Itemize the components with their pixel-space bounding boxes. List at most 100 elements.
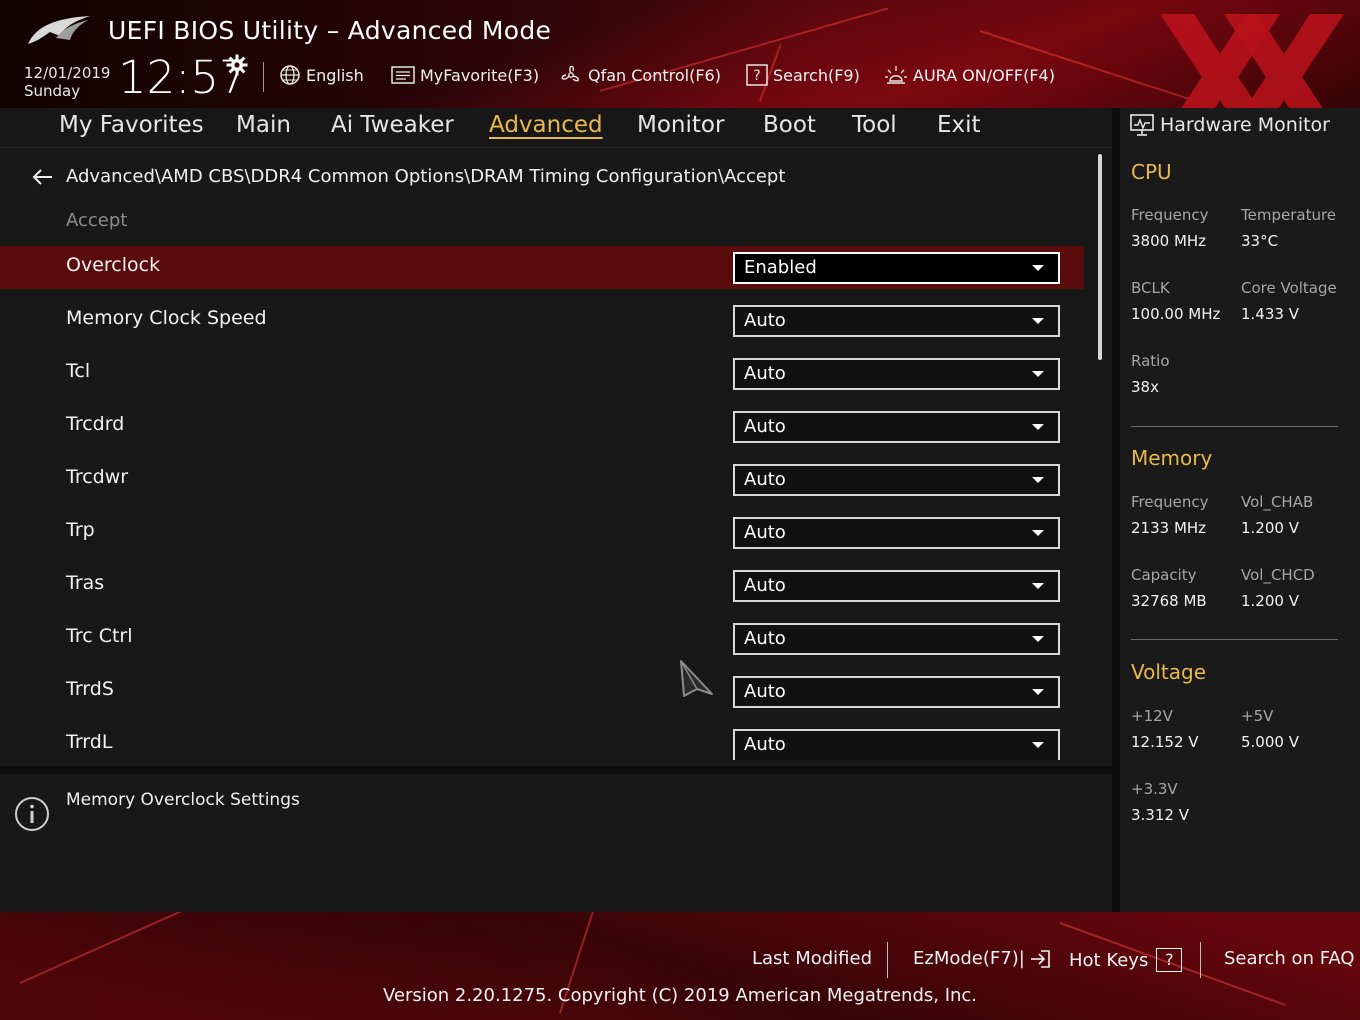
last-modified-label: Last Modified xyxy=(752,948,873,969)
decor-streak xyxy=(19,912,258,984)
setting-row-overclock[interactable]: Overclock Enabled xyxy=(0,246,1084,289)
tab-advanced[interactable]: Advanced xyxy=(489,112,603,138)
dropdown-caret-icon xyxy=(1032,371,1044,377)
cpu-temperature-label: Temperature xyxy=(1241,206,1337,224)
setting-dropdown[interactable]: Auto xyxy=(733,570,1060,602)
section-label: Accept xyxy=(66,210,128,231)
voltage-3v3-value: 3.312 V xyxy=(1131,806,1189,824)
ezmode-label: EzMode(F7)| xyxy=(913,948,1025,969)
setting-label: Trcdrd xyxy=(66,413,125,435)
setting-label: TrrdS xyxy=(66,678,114,700)
dropdown-value: Auto xyxy=(744,469,786,490)
dropdown-value: Auto xyxy=(744,575,786,596)
setting-label: Trcdwr xyxy=(66,466,129,488)
dropdown-caret-icon xyxy=(1032,636,1044,642)
bottom-bar: Last Modified EzMode(F7)| Hot Keys ? Sea… xyxy=(0,912,1360,1020)
exit-arrow-icon xyxy=(1030,949,1050,968)
settings-scrollbar[interactable] xyxy=(1098,154,1102,360)
cpu-core-voltage-label: Core Voltage xyxy=(1241,279,1337,297)
setting-row-trcdrd[interactable]: Trcdrd Auto xyxy=(0,405,1084,448)
hot-keys-badge: ? xyxy=(1156,948,1183,972)
setting-row-trp[interactable]: Trp Auto xyxy=(0,511,1084,554)
tab-ai-tweaker[interactable]: Ai Tweaker xyxy=(331,112,454,138)
gear-icon[interactable] xyxy=(226,54,248,76)
ezmode-button[interactable]: EzMode(F7)| xyxy=(913,948,1051,969)
tab-exit[interactable]: Exit xyxy=(937,112,981,138)
setting-row-trrdl[interactable]: TrrdL Auto xyxy=(0,723,1084,760)
cpu-ratio-label: Ratio xyxy=(1131,352,1170,370)
dropdown-value: Auto xyxy=(744,416,786,437)
dropdown-value: Auto xyxy=(744,310,786,331)
memory-capacity-label: Capacity xyxy=(1131,566,1197,584)
tab-tool[interactable]: Tool xyxy=(852,112,897,138)
globe-icon xyxy=(280,65,300,85)
cpu-heading: CPU xyxy=(1131,160,1172,184)
setting-dropdown[interactable]: Auto xyxy=(733,517,1060,549)
memory-frequency-value: 2133 MHz xyxy=(1131,519,1207,537)
setting-row-tcl[interactable]: Tcl Auto xyxy=(0,352,1084,395)
voltage-heading: Voltage xyxy=(1131,660,1207,684)
hardware-monitor-title: Hardware Monitor xyxy=(1130,114,1330,136)
setting-dropdown[interactable]: Auto xyxy=(733,305,1060,337)
dropdown-caret-icon xyxy=(1032,583,1044,589)
last-modified-button[interactable]: Last Modified xyxy=(752,948,872,969)
qfan-control-button[interactable]: Qfan Control(F6) xyxy=(559,62,721,88)
search-faq-button[interactable]: Search on FAQ xyxy=(1224,948,1355,969)
tab-my-favorites[interactable]: My Favorites xyxy=(59,112,204,138)
setting-dropdown[interactable]: Auto xyxy=(733,358,1060,390)
hot-keys-button[interactable]: Hot Keys ? xyxy=(1069,948,1183,972)
dropdown-value: Auto xyxy=(744,363,786,384)
search-label: Search(F9) xyxy=(773,65,860,85)
dropdown-value: Enabled xyxy=(744,257,817,278)
dropdown-caret-icon xyxy=(1032,318,1044,324)
cpu-core-voltage-value: 1.433 V xyxy=(1241,305,1299,323)
cpu-frequency-label: Frequency xyxy=(1131,206,1209,224)
setting-dropdown[interactable]: Auto xyxy=(733,411,1060,443)
dropdown-caret-icon xyxy=(1032,265,1044,271)
dropdown-value: Auto xyxy=(744,734,786,755)
setting-row-trcdwr[interactable]: Trcdwr Auto xyxy=(0,458,1084,501)
setting-dropdown[interactable]: Auto xyxy=(733,623,1060,655)
setting-row-trc-ctrl[interactable]: Trc Ctrl Auto xyxy=(0,617,1084,660)
memory-vol-chcd-value: 1.200 V xyxy=(1241,592,1299,610)
tab-boot[interactable]: Boot xyxy=(763,112,816,138)
setting-dropdown[interactable]: Auto xyxy=(733,464,1060,496)
setting-row-trrds[interactable]: TrrdS Auto xyxy=(0,670,1084,713)
setting-row-memory-clock-speed[interactable]: Memory Clock Speed Auto xyxy=(0,299,1084,342)
setting-row-tras[interactable]: Tras Auto xyxy=(0,564,1084,607)
mouse-cursor-icon xyxy=(680,660,713,697)
info-icon xyxy=(15,797,49,831)
back-arrow-icon[interactable] xyxy=(32,168,54,186)
voltage-5v-value: 5.000 V xyxy=(1241,733,1299,751)
search-button[interactable]: ? Search(F9) xyxy=(746,62,860,88)
cpu-temperature-value: 33°C xyxy=(1241,232,1279,250)
search-faq-label: Search on FAQ xyxy=(1224,948,1355,969)
setting-dropdown[interactable]: Auto xyxy=(733,676,1060,708)
hardware-monitor-panel: Hardware Monitor CPU Frequency Temperatu… xyxy=(1120,108,1360,912)
footer-separator xyxy=(1200,942,1201,978)
monitor-icon xyxy=(1130,114,1154,136)
hot-keys-label: Hot Keys xyxy=(1069,949,1149,971)
setting-dropdown[interactable]: Auto xyxy=(733,729,1060,760)
dropdown-caret-icon xyxy=(1032,689,1044,695)
memory-heading: Memory xyxy=(1131,446,1213,470)
section-divider xyxy=(1131,426,1338,427)
my-favorite-button[interactable]: MyFavorite(F3) xyxy=(391,62,539,88)
breadcrumb: Advanced\AMD CBS\DDR4 Common Options\DRA… xyxy=(32,166,785,187)
header-separator xyxy=(263,62,264,92)
dropdown-caret-icon xyxy=(1032,742,1044,748)
tab-main[interactable]: Main xyxy=(236,112,291,138)
cpu-bclk-value: 100.00 MHz xyxy=(1131,305,1221,323)
setting-dropdown[interactable]: Enabled xyxy=(733,252,1060,284)
footer-separator xyxy=(887,942,888,978)
main-menu-bar: My Favorites Main Ai Tweaker Advanced Mo… xyxy=(0,108,1112,148)
dropdown-value: Auto xyxy=(744,628,786,649)
tab-monitor[interactable]: Monitor xyxy=(637,112,724,138)
language-button[interactable]: English xyxy=(279,62,364,88)
memory-vol-chab-label: Vol_CHAB xyxy=(1241,493,1314,511)
section-divider xyxy=(1131,639,1338,640)
voltage-12v-label: +12V xyxy=(1131,707,1173,725)
cpu-bclk-label: BCLK xyxy=(1131,279,1170,297)
aura-toggle-button[interactable]: AURA ON/OFF(F4) xyxy=(884,62,1055,88)
aura-icon xyxy=(885,66,907,84)
